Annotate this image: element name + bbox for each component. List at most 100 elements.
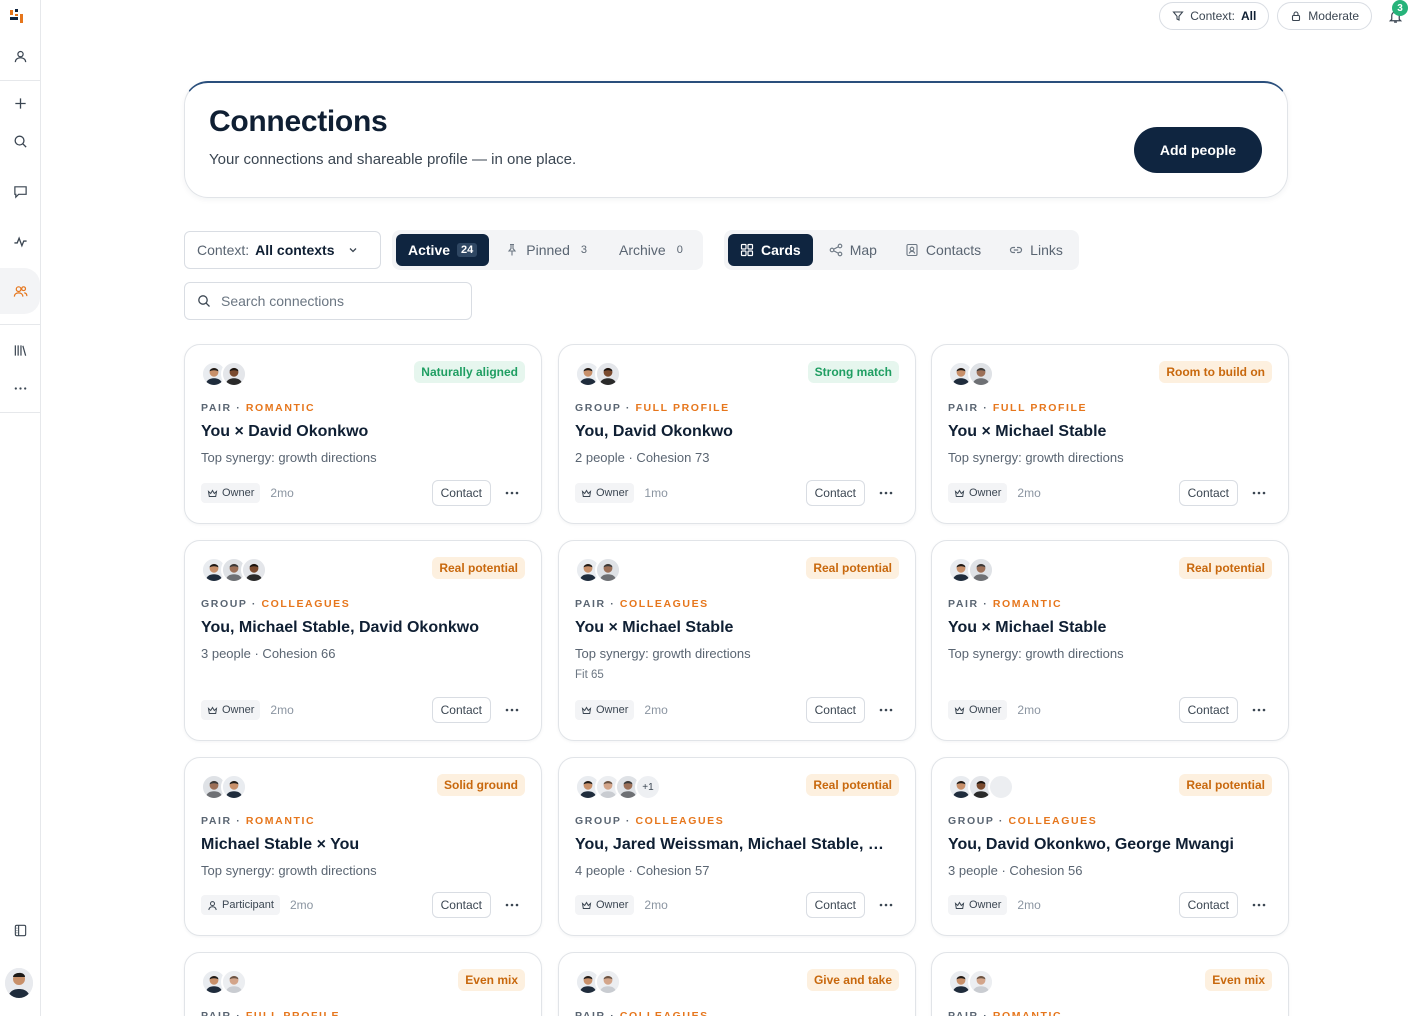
context-select[interactable]: Context: All contexts [184, 231, 381, 269]
app-logo[interactable] [9, 8, 25, 24]
card-footer: Owner 2mo Contact [575, 697, 899, 723]
chat-icon[interactable] [0, 175, 40, 207]
connection-type: GROUP · FULL PROFILE [575, 402, 730, 414]
activity-icon[interactable] [0, 225, 40, 257]
connection-category: FULL PROFILE [992, 402, 1088, 414]
connection-category: COLLEAGUES [635, 815, 725, 827]
connection-card[interactable]: Even mix PAIR · ROMANTIC [931, 952, 1289, 1016]
connection-summary: Top synergy: growth directions [575, 646, 751, 661]
contact-button[interactable]: Contact [431, 892, 491, 918]
contact-button[interactable]: Contact [1178, 480, 1238, 506]
connection-category: FULL PROFILE [635, 402, 730, 414]
connection-name[interactable]: You × Michael Stable [948, 423, 1274, 441]
user-avatar[interactable] [5, 968, 33, 998]
plus-icon[interactable] [0, 87, 40, 119]
connection-name[interactable]: You, Michael Stable, David Okonkwo [201, 619, 527, 637]
connection-card[interactable]: +1 Real potential GROUP · COLLEAGUES You, J… [558, 757, 916, 936]
library-icon[interactable] [0, 334, 40, 366]
connection-card[interactable]: Naturally aligned PAIR · ROMANTIC You × Da… [184, 344, 542, 524]
more-options-icon[interactable] [873, 697, 899, 723]
contact-button[interactable]: Contact [805, 480, 865, 506]
context-filter-pill[interactable]: Context: All [1159, 2, 1270, 30]
connection-name[interactable]: Michael Stable × You [201, 836, 527, 854]
view-links[interactable]: Links [997, 234, 1075, 266]
more-icon[interactable] [0, 372, 40, 404]
contact-button[interactable]: Contact [805, 697, 865, 723]
member-avatar [595, 557, 621, 583]
contact-button[interactable]: Contact [1178, 697, 1238, 723]
type-separator: · [621, 402, 636, 414]
connection-card[interactable]: Real potential GROUP · COLLEAGUES You, Dav… [931, 757, 1289, 936]
more-options-icon[interactable] [1246, 480, 1272, 506]
contact-button[interactable]: Contact [431, 480, 491, 506]
contact-button[interactable]: Contact [1178, 892, 1238, 918]
role-label: Participant [222, 899, 274, 911]
tab-active[interactable]: Active 24 [396, 234, 490, 266]
card-footer: Owner 2mo Contact [948, 892, 1272, 918]
contact-button[interactable]: Contact [805, 892, 865, 918]
match-badge: Room to build on [1159, 361, 1272, 383]
search-icon[interactable] [0, 125, 40, 157]
connection-age: 2mo [289, 898, 314, 912]
connection-card[interactable]: Solid ground PAIR · ROMANTIC Michael Stabl… [184, 757, 542, 936]
connection-card[interactable]: Real potential GROUP · COLLEAGUES You, Mic… [184, 540, 542, 741]
connection-kind: GROUP [575, 402, 622, 414]
connection-card[interactable]: Give and take PAIR · COLLEAGUES [558, 952, 916, 1016]
connection-card[interactable]: Real potential PAIR · COLLEAGUES You × Mic… [558, 540, 916, 741]
more-options-icon[interactable] [873, 892, 899, 918]
more-options-icon[interactable] [1246, 892, 1272, 918]
card-footer: Owner 2mo Contact [948, 697, 1272, 723]
connection-name[interactable]: You × David Okonkwo [201, 423, 527, 441]
view-contacts[interactable]: Contacts [893, 234, 993, 266]
sidebar-toggle-icon[interactable] [0, 914, 40, 946]
member-avatar [221, 969, 247, 995]
role-label: Owner [596, 487, 629, 499]
connection-category: ROMANTIC [245, 815, 316, 827]
connections-icon[interactable] [0, 268, 40, 314]
member-avatar [988, 774, 1014, 800]
connection-card[interactable]: Room to build on PAIR · FULL PROFILE You ×… [931, 344, 1289, 524]
add-people-button[interactable]: Add people [1134, 127, 1262, 173]
crown-icon [207, 488, 218, 499]
view-map[interactable]: Map [817, 234, 889, 266]
page-subtitle: Your connections and shareable profile —… [209, 151, 577, 168]
lock-icon [1292, 11, 1301, 22]
privacy-mode-pill[interactable]: Moderate [1277, 2, 1372, 30]
profile-icon[interactable] [0, 40, 40, 72]
contact-button[interactable]: Contact [431, 697, 491, 723]
crown-icon [954, 900, 965, 911]
connection-type: PAIR · ROMANTIC [201, 402, 315, 414]
view-cards[interactable]: Cards [728, 234, 813, 266]
connection-age: 1mo [644, 486, 668, 500]
tab-pinned[interactable]: Pinned 3 [493, 234, 603, 266]
connection-card[interactable]: Real potential PAIR · ROMANTIC You × Micha… [931, 540, 1289, 741]
connection-name[interactable]: You × Michael Stable [575, 619, 901, 637]
connection-name[interactable]: You, David Okonkwo [575, 423, 901, 441]
connection-type: GROUP · COLLEAGUES [575, 815, 724, 827]
search-input[interactable] [221, 293, 441, 309]
connection-name[interactable]: You, David Okonkwo, George Mwangi [948, 836, 1274, 854]
more-options-icon[interactable] [499, 697, 525, 723]
more-options-icon[interactable] [1246, 697, 1272, 723]
contact-card-icon [906, 243, 918, 257]
type-separator: · [978, 402, 993, 414]
match-badge: Naturally aligned [414, 361, 525, 383]
card-footer: Participant 2mo Contact [201, 892, 525, 918]
connection-card[interactable]: Strong match GROUP · FULL PROFILE You, Dav… [558, 344, 916, 524]
connection-category: ROMANTIC [245, 402, 316, 414]
connection-name[interactable]: You × Michael Stable [948, 619, 1274, 637]
sidebar [0, 0, 41, 1016]
type-separator: · [231, 402, 246, 414]
more-options-icon[interactable] [873, 480, 899, 506]
role-badge: Owner [575, 895, 635, 915]
match-badge: Real potential [806, 557, 899, 579]
connection-kind: PAIR [948, 598, 979, 610]
more-options-icon[interactable] [499, 892, 525, 918]
connection-category: ROMANTIC [992, 598, 1063, 610]
notifications-button[interactable]: 3 [1380, 0, 1410, 30]
connection-name[interactable]: You, Jared Weissman, Michael Stable, … [575, 836, 901, 854]
tab-archive[interactable]: Archive 0 [607, 234, 699, 266]
connection-card[interactable]: Even mix PAIR · FULL PROFILE [184, 952, 542, 1016]
role-label: Owner [969, 487, 1002, 499]
more-options-icon[interactable] [499, 480, 525, 506]
